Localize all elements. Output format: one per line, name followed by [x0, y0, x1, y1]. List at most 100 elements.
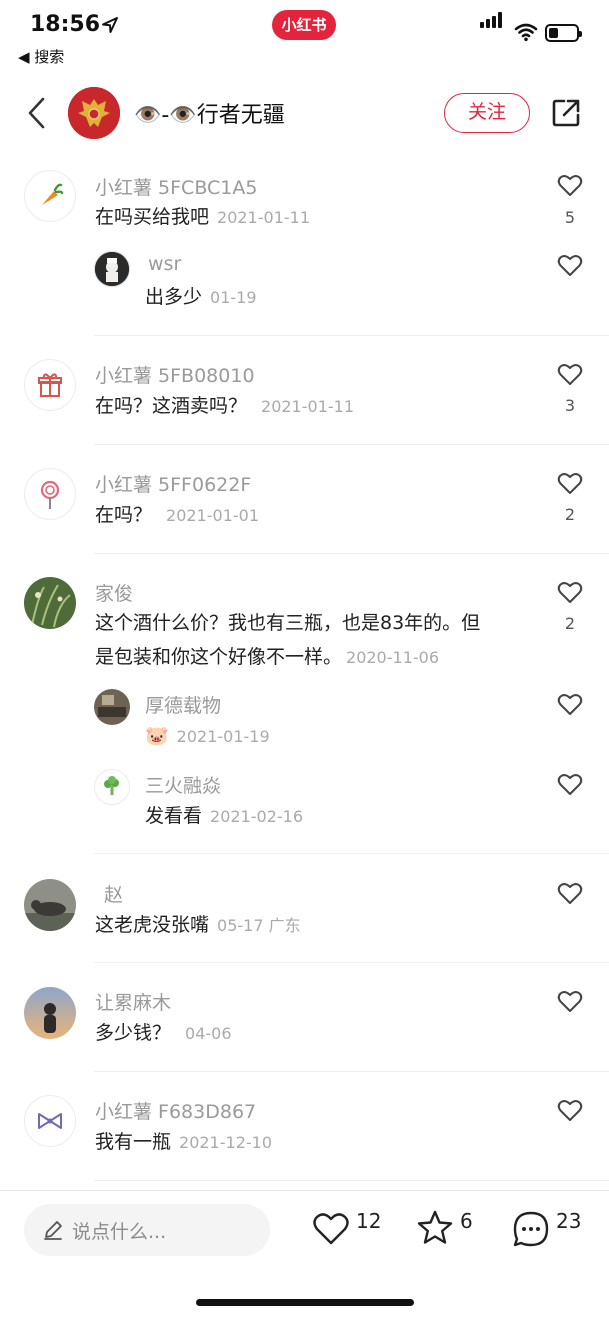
plant-photo-icon	[24, 577, 76, 629]
comment-input[interactable]: 说点什么...	[24, 1204, 270, 1256]
reply-date: 01-19	[210, 288, 257, 307]
like-heart-icon[interactable]	[557, 472, 583, 496]
follow-button[interactable]: 关注	[444, 93, 530, 133]
like-count: 5	[564, 208, 576, 227]
comment-text: 多少钱？ 04-06	[95, 1016, 232, 1051]
comment-date: 2021-12-10	[179, 1133, 272, 1152]
commenter-name[interactable]: 小红薯 F683D867	[95, 1097, 256, 1124]
comment-body: 多少钱？	[95, 1022, 172, 1044]
divider	[94, 853, 609, 854]
comment-text: 在吗买给我吧 2021-01-11	[95, 200, 310, 235]
like-count: 2	[564, 505, 576, 524]
comment-bubble-icon[interactable]	[512, 1210, 550, 1248]
replier-avatar[interactable]	[94, 251, 130, 287]
commenter-name[interactable]: 小红薯 5FF0622F	[95, 470, 251, 497]
divider	[94, 1180, 609, 1181]
replier-avatar[interactable]	[94, 689, 130, 725]
comment-date: 2021-01-11	[261, 397, 354, 416]
reply-body: 发看看	[145, 805, 203, 827]
divider	[94, 553, 609, 554]
commenter-avatar[interactable]	[24, 359, 76, 411]
back-to-search-link[interactable]: ◀ 搜索	[18, 46, 64, 67]
like-heart-icon[interactable]	[557, 174, 583, 198]
comment-text: 在吗？ 2021-01-01	[95, 498, 259, 533]
divider	[94, 962, 609, 963]
share-icon[interactable]	[550, 97, 582, 129]
comment-date: 04-06	[185, 1024, 232, 1043]
comment-text-line2: 是包装和你这个好像不一样。	[95, 646, 343, 668]
replier-avatar[interactable]	[94, 769, 130, 805]
reply-date: 2021-02-16	[210, 807, 303, 826]
author-name[interactable]: 👁️-👁️行者无疆	[134, 97, 285, 129]
comment-body: 在吗？	[95, 504, 153, 526]
commenter-avatar[interactable]	[24, 577, 76, 629]
comment-text: 我有一瓶 2021-12-10	[95, 1125, 272, 1160]
reply-text: 出多少 01-19	[145, 280, 257, 315]
reply-body: 出多少	[145, 286, 203, 308]
commenter-name[interactable]: 让累麻木	[95, 988, 171, 1015]
bow-icon	[38, 1113, 62, 1129]
commenter-name[interactable]: 家俊	[95, 579, 133, 606]
like-heart-icon[interactable]	[557, 1099, 583, 1123]
like-heart-icon[interactable]	[557, 990, 583, 1014]
app-pill: 小红书	[272, 10, 336, 40]
like-heart-icon[interactable]	[557, 882, 583, 906]
like-total: 12	[356, 1209, 382, 1233]
like-heart-icon[interactable]	[557, 254, 583, 278]
commenter-name[interactable]: 小红薯 5FCBC1A5	[95, 173, 257, 200]
divider	[94, 335, 609, 336]
divider	[94, 444, 609, 445]
battery-icon	[545, 24, 582, 42]
back-arrow-icon[interactable]	[26, 96, 46, 130]
commenter-avatar[interactable]	[24, 987, 76, 1039]
silhouette-photo-icon	[24, 987, 76, 1039]
replier-name[interactable]: wsr	[148, 253, 181, 275]
commenter-avatar[interactable]	[24, 879, 76, 931]
commenter-avatar[interactable]	[24, 170, 76, 222]
replier-name[interactable]: 三火融焱	[145, 771, 221, 798]
comment-body: 这老虎没张嘴	[95, 914, 210, 936]
like-count: 2	[564, 614, 576, 633]
comment-total: 23	[556, 1209, 582, 1233]
like-heart-icon[interactable]	[557, 693, 583, 717]
eagle-emblem-icon	[68, 87, 120, 139]
reply-text: 🐷 2021-01-19	[145, 719, 270, 754]
like-heart-icon[interactable]	[557, 773, 583, 797]
chef-figure-icon	[95, 252, 129, 286]
location-arrow-icon	[102, 17, 118, 33]
comment-text: 是包装和你这个好像不一样。 2020-11-06	[95, 640, 439, 675]
comment-input-placeholder: 说点什么...	[72, 1221, 167, 1243]
commenter-avatar[interactable]	[24, 468, 76, 520]
comment-date: 2021-01-01	[166, 506, 259, 525]
comment-date: 2020-11-06	[346, 648, 439, 667]
replier-name[interactable]: 厚德载物	[145, 691, 221, 718]
status-time: 18:56	[30, 12, 101, 37]
author-avatar[interactable]	[68, 87, 120, 139]
star-collect-icon[interactable]	[416, 1210, 454, 1246]
lollipop-icon	[40, 480, 60, 509]
pencil-icon	[44, 1221, 62, 1240]
comment-body: 在吗？这酒卖吗？	[95, 395, 248, 417]
like-heart-icon[interactable]	[557, 363, 583, 387]
home-indicator[interactable]	[196, 1299, 414, 1306]
wifi-icon	[514, 23, 538, 42]
commenter-avatar[interactable]	[24, 1095, 76, 1147]
carrot-icon	[42, 183, 64, 205]
reply-date: 2021-01-19	[176, 727, 270, 746]
broccoli-icon	[104, 776, 119, 795]
commenter-name[interactable]: 小红薯 5FB08010	[95, 361, 255, 388]
comment-body: 我有一瓶	[95, 1131, 172, 1153]
room-photo-icon	[94, 689, 130, 725]
gift-icon	[38, 373, 62, 397]
commenter-name[interactable]: 赵	[104, 880, 123, 907]
comment-text-line1: 这个酒什么价？我也有三瓶，也是83年的。但	[95, 612, 481, 634]
pig-emoji-icon: 🐷	[145, 725, 169, 747]
bottom-bar-divider	[0, 1190, 609, 1191]
comment-text: 在吗？这酒卖吗？ 2021-01-11	[95, 389, 354, 424]
comment-date: 2021-01-11	[217, 208, 310, 227]
like-count: 3	[564, 396, 576, 415]
comment-date: 05-17 广东	[217, 916, 301, 935]
collect-total: 6	[460, 1209, 473, 1233]
like-heart-icon[interactable]	[557, 581, 583, 605]
like-icon[interactable]	[312, 1212, 350, 1246]
